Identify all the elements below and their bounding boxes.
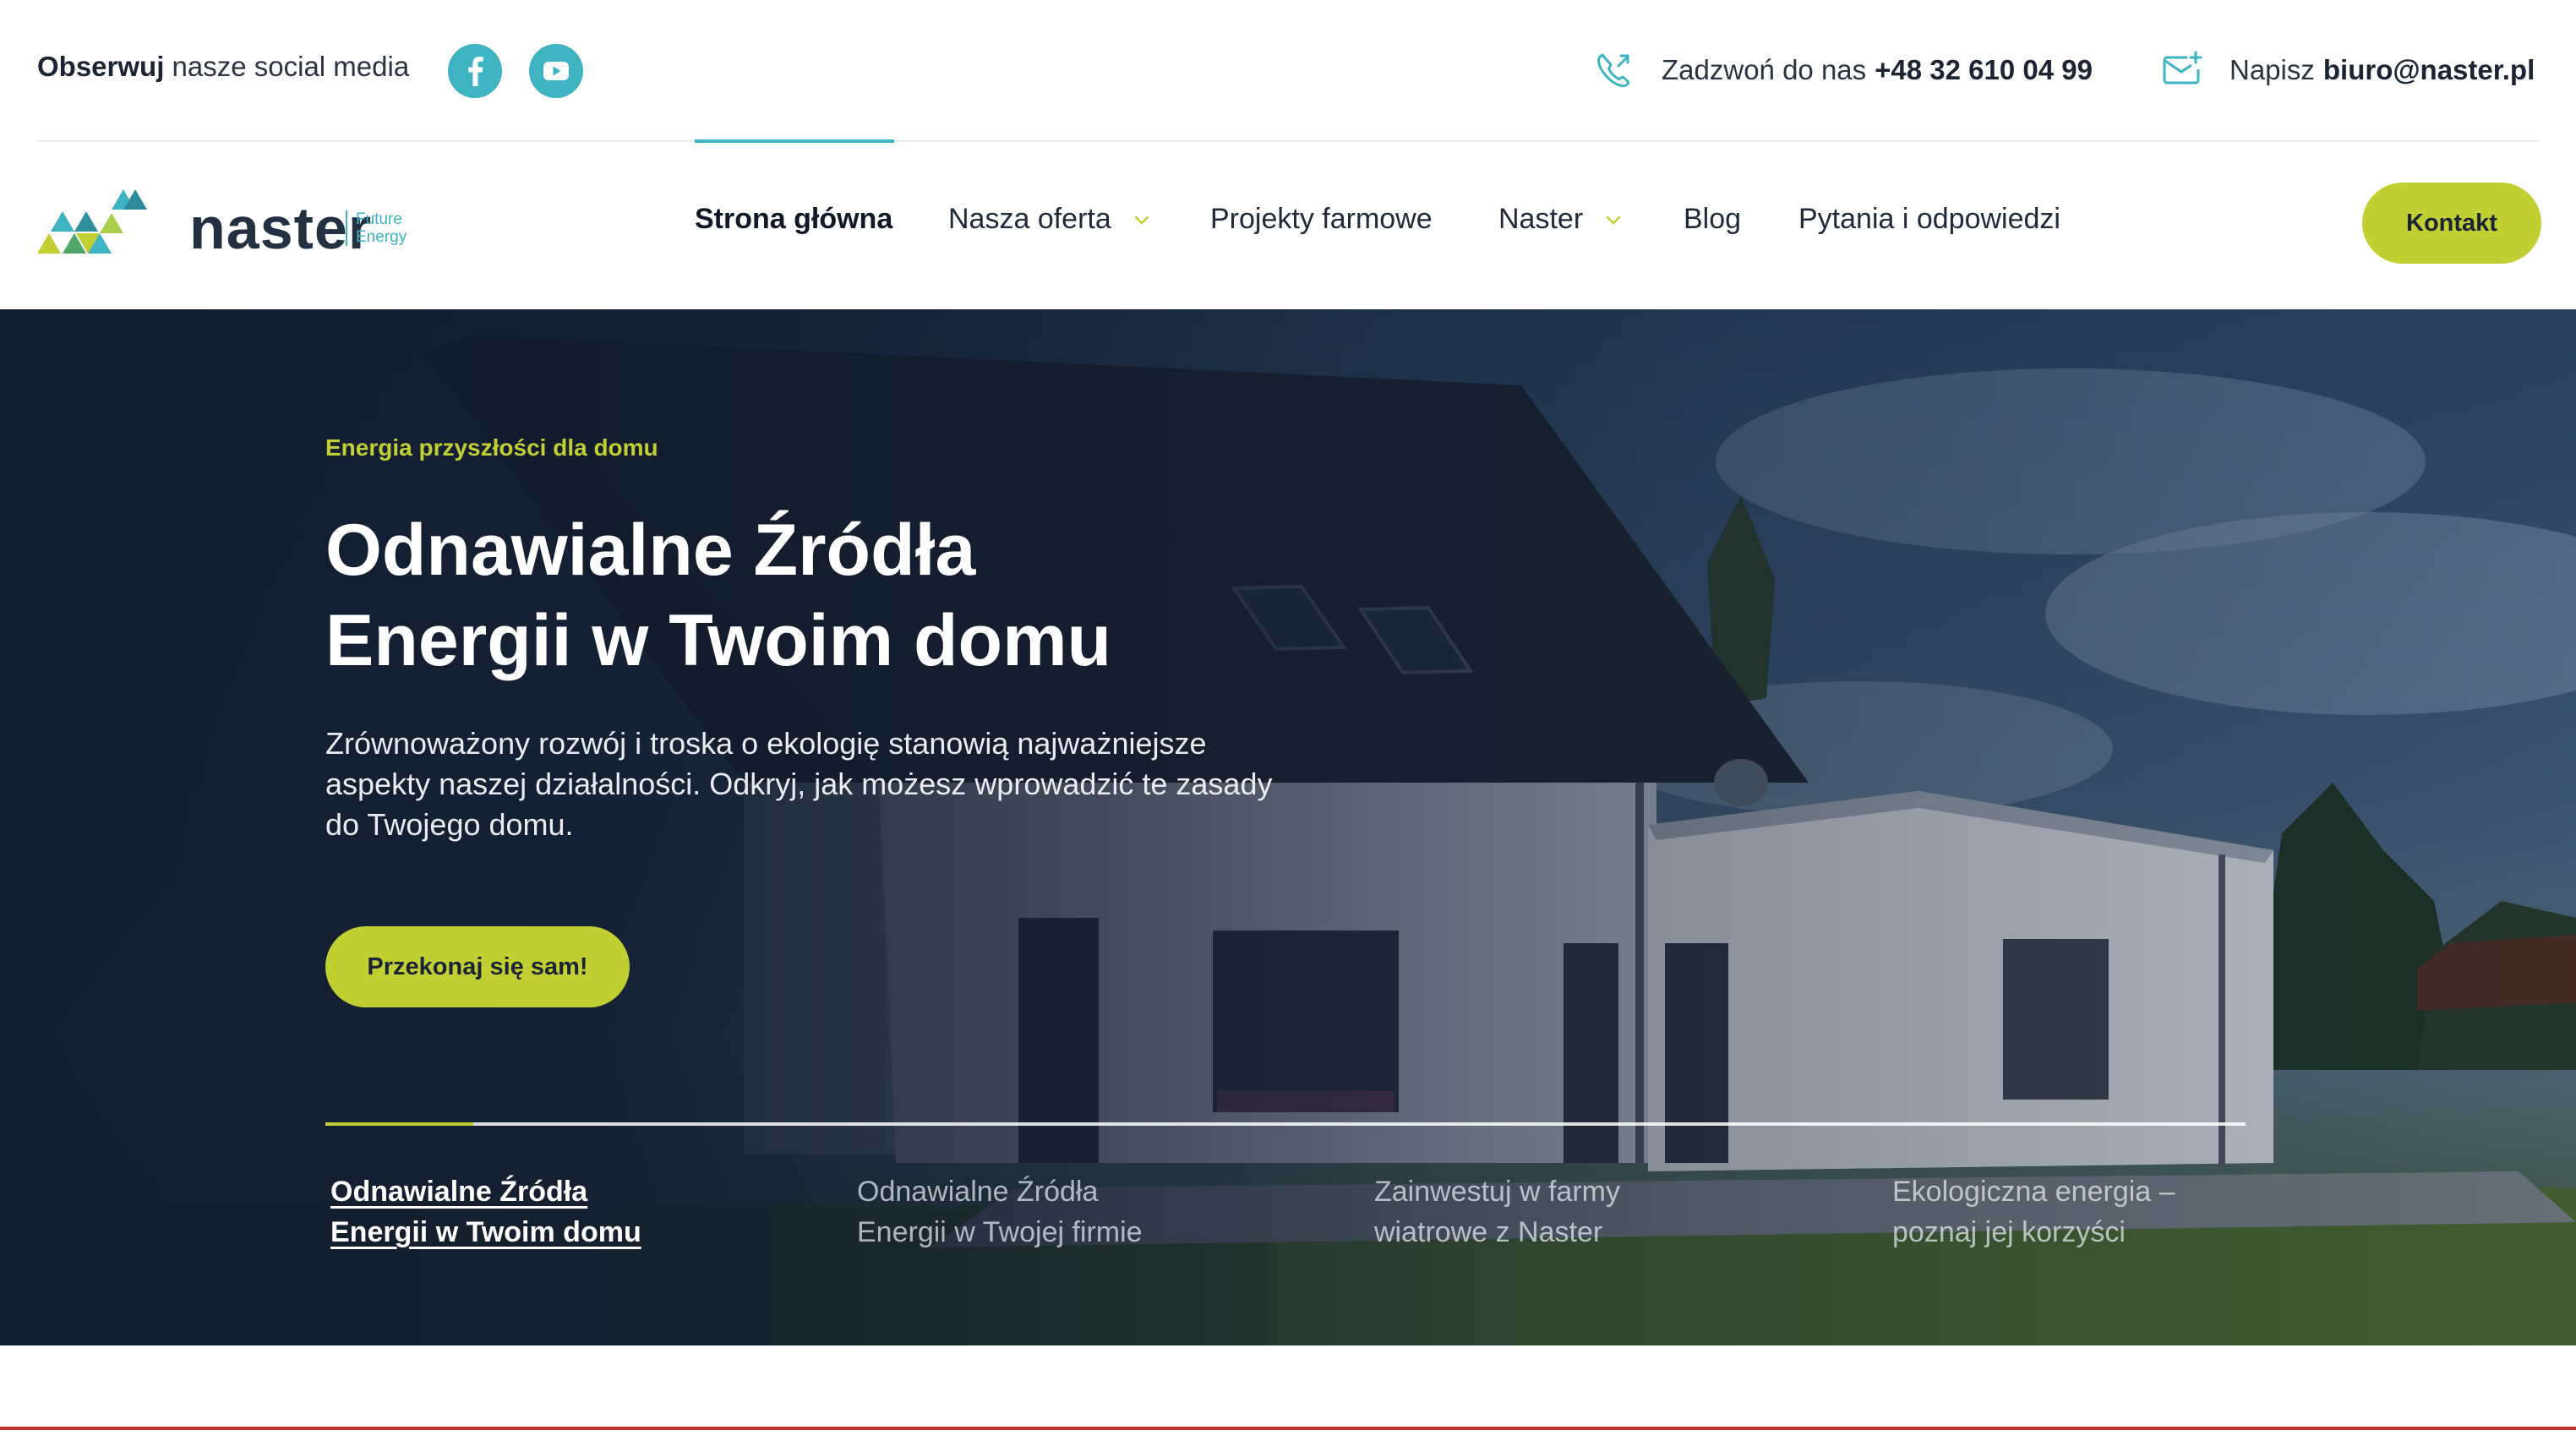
hero-title-line-2: Energii w Twoim domu	[325, 600, 1112, 681]
chevron-down-icon	[1134, 216, 1149, 224]
logo-tagline-line-1: Future	[356, 210, 402, 228]
social-media-label: Obserwuj nasze social media	[37, 51, 409, 83]
email-label: Napisz	[2229, 54, 2315, 85]
slide-tab-line-2: Energii w Twojej firmie	[857, 1216, 1143, 1248]
main-navigation: naster Future Energy Strona główna Nasza…	[0, 142, 2576, 309]
follow-rest-text: nasze social media	[172, 51, 410, 82]
chevron-down-icon	[1606, 216, 1621, 224]
phone-label: Zadzwoń do nas	[1662, 54, 1867, 85]
slider-progress-track	[325, 1122, 2246, 1126]
nav-item-label: Projekty farmowe	[1210, 203, 1433, 235]
youtube-icon[interactable]	[529, 44, 583, 98]
phone-icon	[1596, 53, 1630, 88]
nav-item-label: Naster	[1498, 203, 1584, 235]
naster-logo[interactable]: naster Future Energy	[37, 189, 426, 265]
email-address[interactable]: biuro@naster.pl	[2323, 54, 2535, 86]
slide-tab-1[interactable]: Odnawialne Źródła Energii w Twoim domu	[330, 1171, 685, 1253]
phone-number[interactable]: +48 32 610 04 99	[1875, 54, 2093, 86]
email-contact[interactable]: Napisz biuro@naster.pl	[2158, 41, 2535, 100]
cta-button[interactable]: Przekonaj się sam!	[325, 926, 630, 1007]
hero-title: Odnawialne Źródła Energii w Twoim domu	[325, 505, 1424, 686]
nav-item-label: Strona główna	[695, 203, 893, 235]
slide-tab-line-1: Ekologiczna energia –	[1892, 1176, 2175, 1208]
slide-tab-line-1: Odnawialne Źródła	[330, 1176, 588, 1208]
nav-item-naster[interactable]: Naster	[1498, 203, 1622, 236]
hero-section: Energia przyszłości dla domu Odnawialne …	[0, 309, 2576, 1345]
nav-item-label: Nasza oferta	[948, 203, 1111, 235]
slide-tab-line-1: Odnawialne Źródła	[857, 1176, 1099, 1208]
hero-description: Zrównoważony rozwój i troska o ekologię …	[325, 726, 1273, 842]
contact-button[interactable]: Kontakt	[2362, 183, 2541, 264]
logo-tagline-line-2: Energy	[356, 228, 407, 246]
logo-mark-icon	[37, 189, 147, 254]
nav-item-blog[interactable]: Blog	[1684, 203, 1741, 236]
nav-item-pytania-i-odpowiedzi[interactable]: Pytania i odpowiedzi	[1798, 203, 2060, 236]
logo-wordmark: naster	[189, 195, 373, 261]
top-bar: Obserwuj nasze social media Zadzwoń do n…	[0, 0, 2576, 140]
nav-item-label: Pytania i odpowiedzi	[1798, 203, 2060, 235]
slider-progress-fill	[325, 1122, 473, 1126]
follow-bold-text: Obserwuj	[37, 51, 165, 82]
nav-item-nasza-oferta[interactable]: Nasza oferta	[948, 203, 1150, 236]
nav-item-projekty-farmowe[interactable]: Projekty farmowe	[1210, 203, 1433, 236]
logo-tagline: Future Energy	[346, 210, 407, 246]
facebook-icon[interactable]	[448, 44, 502, 98]
phone-contact[interactable]: Zadzwoń do nas +48 32 610 04 99	[1591, 41, 2093, 100]
mail-icon	[2163, 51, 2202, 85]
hero-title-line-1: Odnawialne Źródła	[325, 510, 976, 591]
slide-tab-line-2: poznaj jej korzyści	[1892, 1216, 2126, 1248]
nav-item-label: Blog	[1684, 203, 1742, 235]
nav-item-strona-glowna[interactable]: Strona główna	[695, 203, 892, 236]
page-bottom-accent	[0, 1427, 2576, 1430]
slide-tab-3[interactable]: Zainwestuj w farmy wiatrowe z Naster	[1374, 1171, 1729, 1253]
slide-tab-line-2: Energii w Twoim domu	[330, 1216, 641, 1248]
slide-tab-line-2: wiatrowe z Naster	[1374, 1216, 1603, 1248]
slide-tab-2[interactable]: Odnawialne Źródła Energii w Twojej firmi…	[857, 1171, 1212, 1253]
hero-eyebrow: Energia przyszłości dla domu	[325, 434, 658, 461]
slide-tab-line-1: Zainwestuj w farmy	[1374, 1176, 1620, 1208]
slide-tab-4[interactable]: Ekologiczna energia – poznaj jej korzyśc…	[1892, 1171, 2247, 1253]
